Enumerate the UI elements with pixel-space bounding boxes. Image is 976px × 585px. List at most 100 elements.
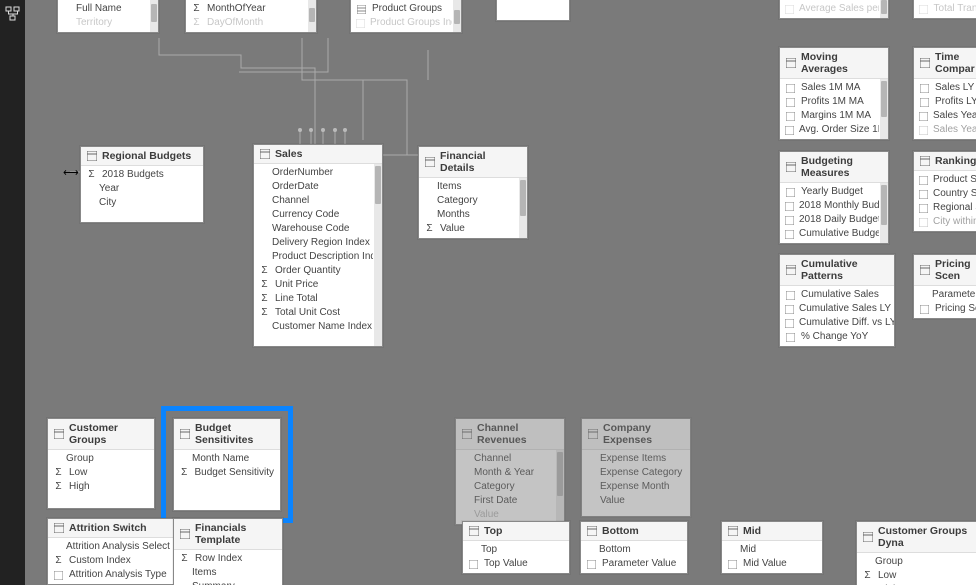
field-row[interactable]: Sales LY: [914, 81, 976, 95]
field-row[interactable]: ΣHigh: [48, 480, 154, 494]
table-card-attrition-switch[interactable]: Attrition Switch Attrition Analysis Sele…: [47, 518, 179, 585]
field-row[interactable]: Product Description Index: [254, 250, 373, 264]
scrollbar[interactable]: [880, 183, 888, 243]
field-row[interactable]: ΣTotal Unit Cost: [254, 306, 373, 320]
field-row[interactable]: ΣValue: [419, 222, 518, 236]
table-card-dates[interactable]: ΣQuarterOfYear ΣMonthOfYear ΣDayOfMonth: [185, 0, 317, 33]
field-row[interactable]: Sales Year to: [914, 109, 976, 123]
table-card-channel-revenues[interactable]: Channel Revenues Channel Month & Year Ca…: [455, 418, 565, 525]
field-row[interactable]: 2018 Monthly Budge: [780, 199, 879, 213]
table-card-pricing-scenarios[interactable]: Pricing Scen Parameter Pricing Sce: [913, 254, 976, 319]
field-row[interactable]: Territory: [58, 16, 149, 30]
table-card-products[interactable]: Overall Sales Product Groups Product Gro…: [350, 0, 462, 33]
field-row[interactable]: Avg. Order Size 1M I: [780, 123, 879, 137]
field-row[interactable]: Top: [463, 543, 569, 557]
field-row[interactable]: Month Name: [174, 452, 280, 466]
scrollbar[interactable]: [453, 0, 461, 32]
field-row[interactable]: Customer Name Index: [254, 320, 373, 334]
field-row[interactable]: Product Groups Ind: [351, 16, 452, 30]
field-row[interactable]: Expense Items: [582, 452, 690, 466]
field-row[interactable]: Warehouse Code: [254, 222, 373, 236]
table-card-top[interactable]: Top Top Top Value: [462, 521, 570, 574]
table-card-budgeting-measures[interactable]: Budgeting Measures Yearly Budget 2018 Mo…: [779, 151, 889, 244]
field-row[interactable]: Cumulative Diff. vs LY: [780, 316, 894, 330]
table-card-customers[interactable]: Country Full Name Territory: [57, 0, 159, 33]
scrollbar[interactable]: [308, 0, 316, 32]
field-row[interactable]: Top Value: [463, 557, 569, 571]
table-card-time-compare[interactable]: Time Compar Sales LY Profits LY Sales Ye…: [913, 47, 976, 140]
field-row[interactable]: Group: [48, 452, 154, 466]
table-card-financials-template[interactable]: Financials Template ΣRow Index Items Sum…: [173, 518, 283, 585]
table-card-financial-details[interactable]: Financial Details Items Category Months …: [418, 146, 528, 239]
field-row[interactable]: First Date: [456, 494, 555, 508]
field-row[interactable]: OrderDate: [254, 180, 373, 194]
model-canvas[interactable]: Country Full Name Territory ΣQuarterOfYe…: [25, 0, 976, 585]
field-row[interactable]: Product Groups: [351, 2, 452, 16]
table-card-empty[interactable]: [496, 0, 570, 21]
field-row[interactable]: Parameter: [914, 288, 976, 302]
field-row[interactable]: Value: [582, 494, 690, 508]
table-card-mid[interactable]: Mid Mid Mid Value: [721, 521, 823, 574]
scrollbar[interactable]: [880, 0, 888, 18]
field-row[interactable]: ΣDayOfMonth: [186, 16, 307, 30]
table-card-sales[interactable]: Sales OrderNumber OrderDate Channel Curr…: [253, 144, 383, 347]
field-row[interactable]: Regional Sal: [914, 201, 976, 215]
field-row[interactable]: Mid: [722, 543, 822, 557]
field-row[interactable]: % Change YoY: [780, 330, 894, 344]
field-row[interactable]: ΣRow Index: [174, 552, 282, 566]
field-row[interactable]: Value: [456, 508, 555, 522]
field-row[interactable]: Product Sale: [914, 173, 976, 187]
field-row[interactable]: City within C: [914, 215, 976, 229]
table-card-bottom[interactable]: Bottom Bottom Parameter Value: [580, 521, 688, 574]
field-row[interactable]: Cumulative Budgets: [780, 227, 879, 241]
scrollbar[interactable]: [374, 164, 382, 346]
field-row[interactable]: Attrition Analysis Select: [48, 540, 178, 554]
field-row[interactable]: Year: [81, 182, 203, 196]
field-row[interactable]: Months: [419, 208, 518, 222]
table-card-budget-sensitivites[interactable]: Budget Sensitivites Month Name ΣBudget S…: [173, 418, 281, 511]
field-row[interactable]: Expense Month: [582, 480, 690, 494]
field-row[interactable]: Channel: [456, 452, 555, 466]
table-card-customer-groups-dyna[interactable]: Customer Groups Dyna Group ΣLow ΣHigh: [856, 521, 976, 585]
field-row[interactable]: Group: [857, 555, 976, 569]
field-row[interactable]: Yearly Budget: [780, 185, 879, 199]
field-row[interactable]: City: [81, 196, 203, 210]
field-row[interactable]: ΣUnit Price: [254, 278, 373, 292]
field-row[interactable]: ΣMonthOfYear: [186, 2, 307, 16]
field-row[interactable]: Sales 1M MA: [780, 81, 879, 95]
field-row[interactable]: ΣOrder Quantity: [254, 264, 373, 278]
table-card-averages[interactable]: Average Sales per M Average Sales per CL: [779, 0, 889, 19]
field-row[interactable]: ΣBudget Sensitivity: [174, 466, 280, 480]
scrollbar[interactable]: [519, 178, 527, 238]
field-row[interactable]: Category: [456, 480, 555, 494]
scrollbar[interactable]: [150, 0, 158, 32]
field-row[interactable]: Pricing Sce: [914, 302, 976, 316]
field-row[interactable]: ΣLow: [48, 466, 154, 480]
field-row[interactable]: Month & Year: [456, 466, 555, 480]
field-row[interactable]: Country Sale: [914, 187, 976, 201]
table-card-moving-averages[interactable]: Moving Averages Sales 1M MA Profits 1M M…: [779, 47, 889, 140]
field-row[interactable]: Margins 1M MA: [780, 109, 879, 123]
field-row[interactable]: ΣLine Total: [254, 292, 373, 306]
table-card-customer-groups[interactable]: Customer Groups Group ΣLow ΣHigh: [47, 418, 155, 509]
field-row[interactable]: Cumulative Sales: [780, 288, 894, 302]
field-row[interactable]: Channel: [254, 194, 373, 208]
field-row[interactable]: Full Name: [58, 2, 149, 16]
field-row[interactable]: Attrition Analysis Type: [48, 568, 178, 582]
table-card-cumulative-patterns[interactable]: Cumulative Patterns Cumulative Sales Cum…: [779, 254, 895, 347]
field-row[interactable]: Parameter Value: [581, 557, 687, 571]
field-row[interactable]: Profits LY: [914, 95, 976, 109]
field-row[interactable]: ΣCustom Index: [48, 554, 178, 568]
scrollbar[interactable]: [880, 79, 888, 139]
table-card-company-expenses[interactable]: Company Expenses Expense Items Expense C…: [581, 418, 691, 517]
field-row[interactable]: ΣLow: [857, 569, 976, 583]
table-card-ranking[interactable]: Ranking Product Sale Country Sale Region…: [913, 151, 976, 232]
field-row[interactable]: Profits 1M MA: [780, 95, 879, 109]
field-row[interactable]: 2018 Daily Budgets: [780, 213, 879, 227]
field-row[interactable]: Expense Category: [582, 466, 690, 480]
field-row[interactable]: Currency Code: [254, 208, 373, 222]
field-row[interactable]: Total Transa: [914, 2, 976, 16]
scrollbar[interactable]: [556, 450, 564, 524]
field-row[interactable]: Σ2018 Budgets: [81, 168, 203, 182]
field-row[interactable]: Mid Value: [722, 557, 822, 571]
